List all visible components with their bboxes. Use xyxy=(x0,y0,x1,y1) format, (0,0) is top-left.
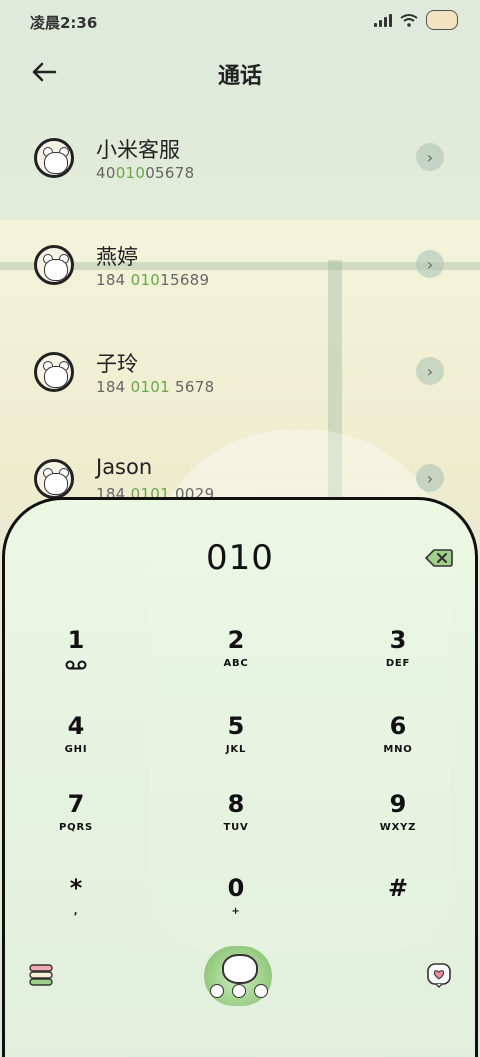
avatar xyxy=(34,352,74,392)
avatar xyxy=(34,459,74,499)
dial-key-5[interactable]: 5 JKL xyxy=(176,712,296,788)
battery-icon xyxy=(426,10,458,30)
dial-key-3[interactable]: 3 DEF xyxy=(338,626,458,702)
dial-key-0[interactable]: 0 + xyxy=(176,874,296,950)
chevron-right-icon[interactable]: › xyxy=(416,143,444,171)
contact-list: 小米客服 4001005678 › 燕婷 184 01015689 › 子玲 1… xyxy=(0,114,480,542)
voicemail-icon xyxy=(65,660,87,670)
dial-key-9[interactable]: 9 WXYZ xyxy=(338,790,458,866)
paw-icon xyxy=(232,984,246,998)
avatar xyxy=(34,138,74,178)
contact-number: 184 01015689 xyxy=(96,271,210,289)
status-time: 凌晨2:36 xyxy=(30,14,98,32)
contact-number: 4001005678 xyxy=(96,164,195,182)
heart-icon[interactable] xyxy=(426,962,452,988)
dial-key-star[interactable]: *, xyxy=(16,874,136,950)
signal-icon xyxy=(374,13,392,27)
contact-number: 184 0101 5678 xyxy=(96,378,215,396)
call-button-icon xyxy=(222,954,258,984)
contact-row[interactable]: 燕婷 184 01015689 › xyxy=(0,221,480,328)
dial-key-4[interactable]: 4 GHI xyxy=(16,712,136,788)
contact-name: 子玲 xyxy=(96,352,138,376)
dial-key-hash[interactable]: # xyxy=(338,874,458,950)
dial-key-1[interactable]: 1 xyxy=(16,626,136,702)
chevron-right-icon[interactable]: › xyxy=(416,464,444,492)
dial-number-display[interactable]: 010 xyxy=(5,538,475,578)
chevron-right-icon[interactable]: › xyxy=(416,357,444,385)
status-bar: 凌晨2:36 xyxy=(0,0,480,42)
contact-name: 小米客服 xyxy=(96,138,180,162)
contact-row[interactable]: 小米客服 4001005678 › xyxy=(0,114,480,221)
backspace-icon[interactable] xyxy=(425,548,453,568)
avatar xyxy=(34,245,74,285)
status-icons xyxy=(374,10,458,30)
dial-key-6[interactable]: 6 MNO xyxy=(338,712,458,788)
contact-name: Jason xyxy=(96,455,153,479)
wifi-icon xyxy=(400,14,418,27)
header: 通话 xyxy=(0,48,480,94)
paw-icon xyxy=(210,984,224,998)
stack-menu-icon[interactable] xyxy=(28,962,54,988)
contact-name: 燕婷 xyxy=(96,245,138,269)
contact-row[interactable]: 子玲 184 0101 5678 › xyxy=(0,328,480,435)
call-button[interactable] xyxy=(204,946,272,1006)
dial-key-7[interactable]: 7 PQRS xyxy=(16,790,136,866)
dial-key-2[interactable]: 2 ABC xyxy=(176,626,296,702)
paw-icon xyxy=(254,984,268,998)
chevron-right-icon[interactable]: › xyxy=(416,250,444,278)
dial-key-8[interactable]: 8 TUV xyxy=(176,790,296,866)
page-title: 通话 xyxy=(217,64,262,89)
